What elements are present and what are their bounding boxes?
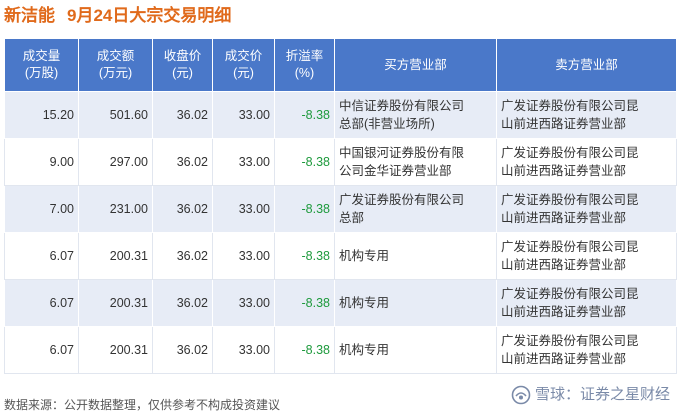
buyer-branch-cell: 中信证券股份有限公司 总部(非营业场所) [334,91,497,139]
close-price-cell: 36.02 [152,185,213,233]
premium-rate-cell: -8.38 [274,185,335,233]
brand-text: 雪球：证券之星财经 [534,386,670,403]
column-header: 折溢率 (%) [274,38,335,92]
premium-rate-cell: -8.38 [274,326,335,374]
seller-branch-line1: 广发证券股份有限公司昆 [501,334,639,348]
seller-branch-line2: 山前进西路证券营业部 [501,305,627,319]
column-header-line2: (%) [294,66,315,80]
amount-cell: 200.31 [78,326,153,374]
buyer-branch-cell: 机构专用 [334,279,497,327]
buyer-branch-line2: 公司金华证券营业部 [339,164,452,178]
seller-branch-cell: 广发证券股份有限公司昆 山前进西路证券营业部 [496,138,677,186]
column-header: 卖方营业部 [496,38,677,92]
premium-rate-cell: -8.38 [274,232,335,280]
volume-cell: 6.07 [4,279,79,327]
seller-branch-line1: 广发证券股份有限公司昆 [501,146,639,160]
trade-price-cell: 33.00 [212,279,275,327]
amount-cell: 501.60 [78,91,153,139]
column-header: 成交量 (万股) [4,38,79,92]
trade-price-cell: 33.00 [212,326,275,374]
column-header-line1: 成交量 [22,49,61,63]
table-row: 15.20 501.60 36.02 33.00 -8.38 中信证券股份有限公司 总部(非… [4,91,677,139]
trade-price-cell: 33.00 [212,232,275,280]
buyer-branch-line1: 广发证券股份有限公司 [339,193,465,207]
seller-branch-cell: 广发证券股份有限公司昆 山前进西路证券营业部 [496,91,677,139]
table-row: 6.07 200.31 36.02 33.00 -8.38 机构专用 广发证券股份有限公司昆… [4,279,677,327]
buyer-branch-line1: 中信证券股份有限公司 [339,99,465,113]
seller-branch-line2: 山前进西路证券营业部 [501,211,627,225]
amount-cell: 231.00 [78,185,153,233]
column-header-line2: (万股) [24,66,59,80]
column-header-line1: 成交额 [96,49,135,63]
column-header-line2: (元) [172,66,193,80]
buyer-branch-line1: 中国银河证券股份有限 [339,146,465,160]
title-subtitle: 9月24日大宗交易明细 [67,6,232,25]
premium-rate-cell: -8.38 [274,91,335,139]
table-header-row: 成交量 (万股) 成交额 (万元) 收盘价 (元) 成交价 (元) 折溢率 (%) 买方营业部 卖方营… [4,38,677,92]
volume-cell: 9.00 [4,138,79,186]
premium-rate-cell: -8.38 [274,279,335,327]
amount-cell: 200.31 [78,279,153,327]
seller-branch-cell: 广发证券股份有限公司昆 山前进西路证券营业部 [496,185,677,233]
buyer-branch-line1: 机构专用 [339,249,390,263]
seller-branch-line2: 山前进西路证券营业部 [501,164,627,178]
trade-price-cell: 33.00 [212,91,275,139]
column-header-line1: 收盘价 [163,49,202,63]
buyer-branch-line2: 总部(非营业场所) [339,117,435,131]
volume-cell: 6.07 [4,326,79,374]
column-header: 成交额 (万元) [78,38,153,92]
brand-mark: 雪球：证券之星财经 [511,382,670,408]
seller-branch-line2: 山前进西路证券营业部 [501,117,627,131]
seller-branch-cell: 广发证券股份有限公司昆 山前进西路证券营业部 [496,232,677,280]
page-title: 新洁能 9月24日大宗交易明细 [4,4,231,28]
amount-cell: 200.31 [78,232,153,280]
table-row: 6.07 200.31 36.02 33.00 -8.38 机构专用 广发证券股份有限公司昆… [4,232,677,280]
buyer-branch-line1: 机构专用 [339,343,390,357]
column-header-line1: 成交价 [224,49,263,63]
volume-cell: 6.07 [4,232,79,280]
table-row: 6.07 200.31 36.02 33.00 -8.38 机构专用 广发证券股份有限公司昆… [4,326,677,374]
seller-branch-line2: 山前进西路证券营业部 [501,258,627,272]
company-name: 新洁能 [4,6,55,25]
column-header-line1: 买方营业部 [384,57,447,72]
table-row: 7.00 231.00 36.02 33.00 -8.38 广发证券股份有限公司 总部 广发证… [4,185,677,233]
column-header: 买方营业部 [334,38,497,92]
snowball-icon [511,385,531,405]
trade-price-cell: 33.00 [212,138,275,186]
seller-branch-line1: 广发证券股份有限公司昆 [501,99,639,113]
trade-price-cell: 33.00 [212,185,275,233]
close-price-cell: 36.02 [152,326,213,374]
column-header-line2: (万元) [98,66,133,80]
column-header-line2: (元) [233,66,254,80]
close-price-cell: 36.02 [152,279,213,327]
seller-branch-line1: 广发证券股份有限公司昆 [501,193,639,207]
close-price-cell: 36.02 [152,91,213,139]
amount-cell: 297.00 [78,138,153,186]
close-price-cell: 36.02 [152,232,213,280]
table-body: 15.20 501.60 36.02 33.00 -8.38 中信证券股份有限公司 总部(非… [4,91,677,374]
volume-cell: 15.20 [4,91,79,139]
column-header-line1: 卖方营业部 [555,57,618,72]
seller-branch-line1: 广发证券股份有限公司昆 [501,287,639,301]
premium-rate-cell: -8.38 [274,138,335,186]
block-trade-table: 成交量 (万股) 成交额 (万元) 收盘价 (元) 成交价 (元) 折溢率 (%) 买方营业部 卖方营… [4,38,677,374]
volume-cell: 7.00 [4,185,79,233]
buyer-branch-line2: 总部 [339,211,365,225]
column-header-line1: 折溢率 [285,49,324,63]
seller-branch-cell: 广发证券股份有限公司昆 山前进西路证券营业部 [496,279,677,327]
column-header: 成交价 (元) [212,38,275,92]
buyer-branch-cell: 广发证券股份有限公司 总部 [334,185,497,233]
seller-branch-line2: 山前进西路证券营业部 [501,352,627,366]
table-row: 9.00 297.00 36.02 33.00 -8.38 中国银河证券股份有限 公司金华证… [4,138,677,186]
seller-branch-cell: 广发证券股份有限公司昆 山前进西路证券营业部 [496,326,677,374]
seller-branch-line1: 广发证券股份有限公司昆 [501,240,639,254]
buyer-branch-cell: 中国银河证券股份有限 公司金华证券营业部 [334,138,497,186]
close-price-cell: 36.02 [152,138,213,186]
column-header: 收盘价 (元) [152,38,213,92]
buyer-branch-cell: 机构专用 [334,232,497,280]
data-source-note: 数据来源：公开数据整理，仅供参考不构成投资建议 [4,398,281,412]
buyer-branch-line1: 机构专用 [339,296,390,310]
buyer-branch-cell: 机构专用 [334,326,497,374]
